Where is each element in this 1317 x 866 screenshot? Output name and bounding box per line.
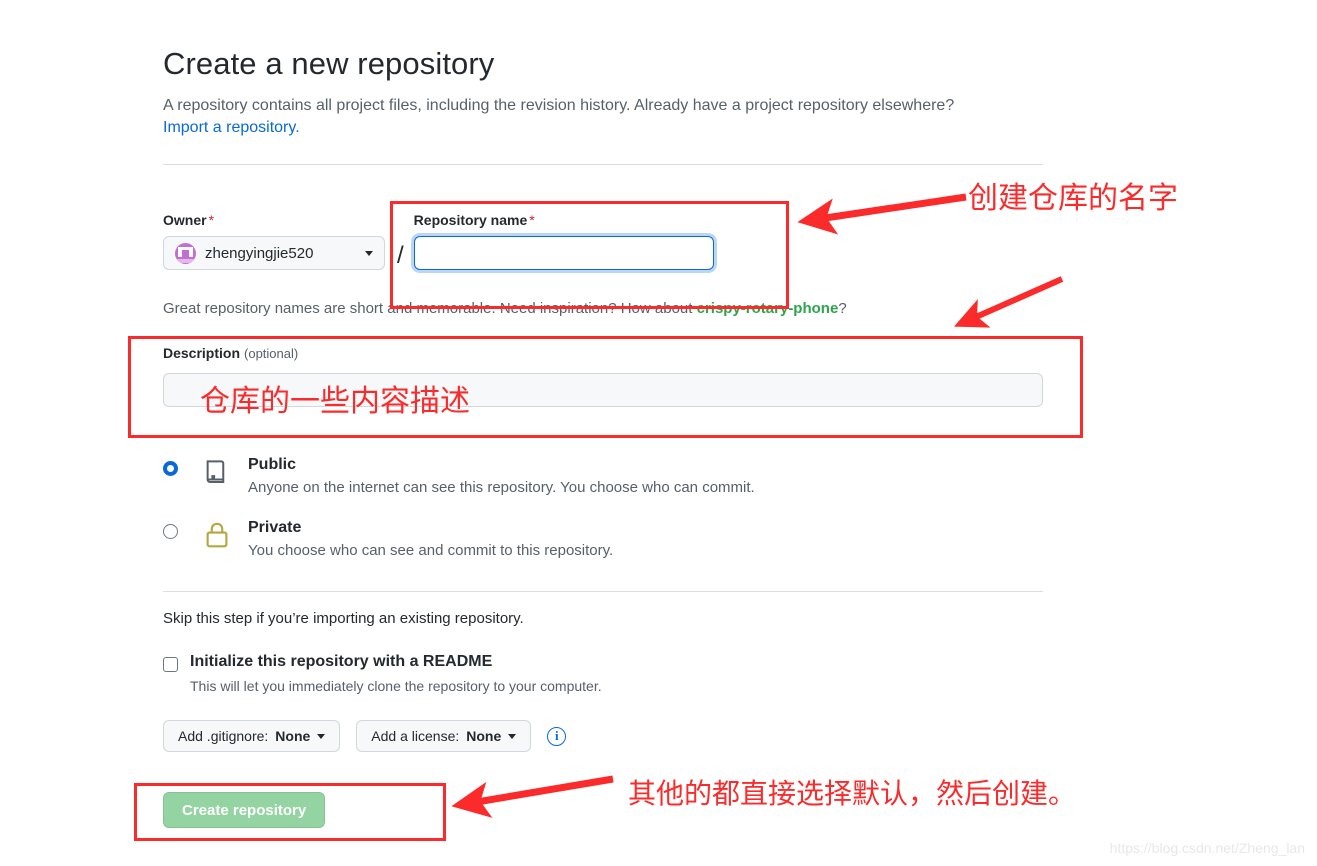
- repository-name-field: Repository name *: [413, 212, 714, 270]
- page-title: Create a new repository: [163, 46, 495, 81]
- page-header: Create a new repository A repository con…: [163, 0, 1043, 137]
- readme-checkbox-row[interactable]: Initialize this repository with a README: [163, 653, 1043, 672]
- owner-repo-separator: /: [397, 242, 404, 269]
- visibility-private-text: Private You choose who can see and commi…: [248, 518, 1043, 559]
- import-repository-link[interactable]: Import a repository.: [163, 119, 300, 137]
- license-dropdown[interactable]: Add a license: None: [356, 720, 532, 752]
- gitignore-label: Add .gitignore:: [178, 728, 269, 744]
- chevron-down-icon: [508, 733, 517, 739]
- readme-label: Initialize this repository with a README: [190, 653, 493, 670]
- radio-public[interactable]: [163, 461, 178, 476]
- repository-name-suggestion[interactable]: crispy-rotary-phone: [697, 300, 839, 317]
- description-label: Description (optional): [163, 345, 299, 361]
- create-repository-page: Create a new repository A repository con…: [0, 0, 1317, 866]
- arrow-to-create-button: [451, 775, 614, 818]
- description-input[interactable]: [163, 373, 1043, 407]
- owner-select-button[interactable]: zhengyingjie520: [163, 236, 385, 270]
- owner-name-label: zhengyingjie520: [205, 244, 314, 262]
- owner-repo-row: Owner * zhengyingjie520 / Repository name…: [163, 212, 714, 270]
- visibility-public-text: Public Anyone on the internet can see th…: [248, 455, 1043, 496]
- description-field: Description (optional): [163, 345, 1043, 407]
- annotation-text-repository-name: 创建仓库的名字: [968, 182, 1178, 215]
- lock-icon: [200, 518, 234, 550]
- arrow-to-description: [953, 276, 1064, 328]
- header-divider: [163, 164, 1043, 165]
- hint-prefix: Great repository names are short and mem…: [163, 300, 697, 317]
- visibility-divider: [163, 591, 1043, 592]
- repository-name-input[interactable]: [413, 236, 714, 270]
- repository-name-hint: Great repository names are short and mem…: [163, 300, 847, 317]
- chevron-down-icon: [317, 733, 326, 739]
- visibility-option-private[interactable]: Private You choose who can see and commi…: [163, 518, 1043, 559]
- watermark: https://blog.csdn.net/Zheng_lan: [1109, 840, 1305, 856]
- owner-required-mark: *: [208, 212, 215, 228]
- chevron-down-icon: [365, 250, 373, 256]
- repo-book-icon: [200, 455, 234, 487]
- annotation-text-create: 其他的都直接选择默认，然后创建。: [628, 779, 1077, 810]
- user-avatar-identicon: [175, 242, 196, 264]
- visibility-private-title: Private: [248, 519, 302, 537]
- create-repository-button[interactable]: Create repository: [163, 792, 326, 828]
- hint-suffix: ?: [838, 300, 847, 317]
- gitignore-value: None: [275, 728, 311, 744]
- info-icon[interactable]: i: [547, 726, 567, 746]
- initialize-section: Skip this step if you’re importing an ex…: [163, 610, 1043, 752]
- owner-field: Owner * zhengyingjie520: [163, 212, 385, 270]
- page-subtitle: A repository contains all project files,…: [163, 97, 955, 114]
- license-label: Add a license:: [371, 728, 460, 744]
- readme-checkbox[interactable]: [163, 657, 178, 672]
- repository-name-required-mark: *: [529, 212, 535, 228]
- repository-name-label: Repository name *: [413, 212, 535, 228]
- readme-description: This will let you immediately clone the …: [190, 678, 602, 694]
- description-optional-tag: (optional): [244, 346, 299, 361]
- visibility-public-title: Public: [248, 456, 297, 473]
- template-dropdowns: Add .gitignore: None Add a license: None…: [163, 720, 1043, 752]
- gitignore-dropdown[interactable]: Add .gitignore: None: [163, 720, 341, 752]
- visibility-private-description: You choose who can see and commit to thi…: [248, 542, 614, 560]
- arrow-to-repository-name: [797, 193, 967, 235]
- visibility-option-public[interactable]: Public Anyone on the internet can see th…: [163, 455, 1043, 496]
- visibility-public-description: Anyone on the internet can see this repo…: [248, 479, 755, 497]
- visibility-options: Public Anyone on the internet can see th…: [163, 455, 1043, 581]
- owner-label: Owner *: [163, 212, 215, 228]
- license-value: None: [466, 728, 502, 744]
- radio-private[interactable]: [163, 524, 178, 540]
- skip-step-text: Skip this step if you’re importing an ex…: [163, 610, 524, 627]
